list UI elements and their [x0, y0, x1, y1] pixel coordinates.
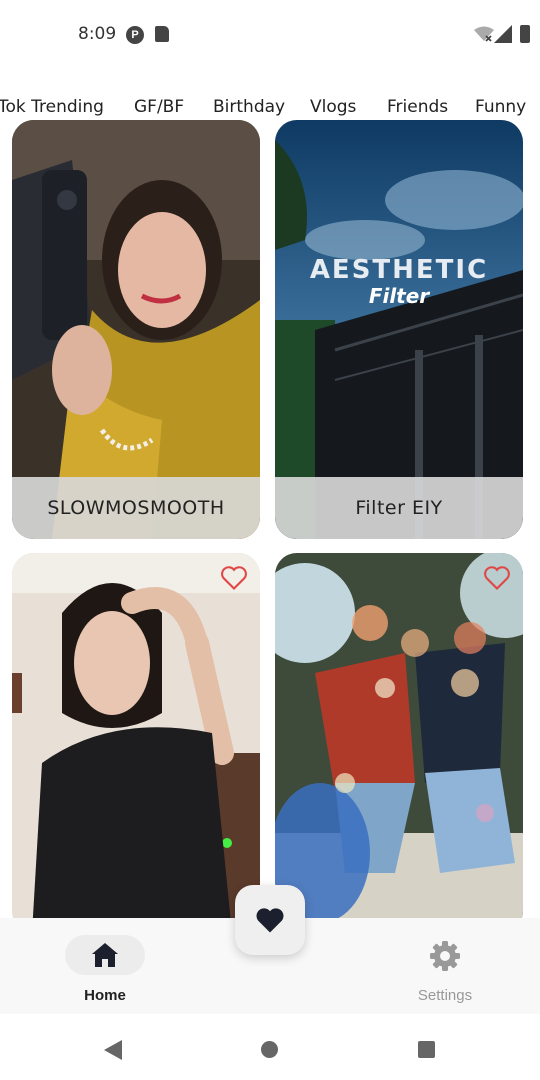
tab-gf-bf[interactable]: GF/BF [134, 97, 184, 117]
filter-card-dancing-people[interactable] [275, 553, 523, 933]
heart-icon [256, 908, 284, 933]
wifi-icon [474, 26, 494, 42]
home-icon [92, 943, 118, 967]
favorites-fab-button[interactable] [235, 885, 305, 955]
overlay-title: AESTHETIC [310, 255, 488, 285]
card-label: SLOWMOSMOOTH [12, 477, 260, 539]
heart-outline-icon[interactable] [220, 565, 248, 591]
back-icon[interactable] [104, 1040, 122, 1060]
overlay-subtitle: Filter [369, 284, 430, 308]
tab-birthday[interactable]: Birthday [213, 97, 285, 117]
tab-friends[interactable]: Friends [387, 97, 448, 117]
filter-card-eiy[interactable]: AESTHETIC Filter Filter EIY [275, 120, 523, 539]
woman-black-shirt-thumbnail [12, 553, 260, 933]
tab-tok-trending[interactable]: Tok Trending [0, 97, 104, 117]
dancing-people-thumbnail [275, 553, 523, 933]
tab-funny[interactable]: Funny [475, 97, 526, 117]
tab-vlogs[interactable]: Vlogs [310, 97, 356, 117]
gear-icon[interactable] [429, 940, 461, 972]
screen: 8:09 P Tok Trending GF/BF Birthday Vlogs… [0, 0, 540, 1080]
status-bar: 8:09 P [0, 0, 540, 68]
filter-card-woman-black-shirt[interactable] [12, 553, 260, 933]
recent-apps-icon[interactable] [418, 1041, 435, 1058]
p-app-icon: P [126, 26, 144, 44]
system-nav-bar [0, 1014, 540, 1080]
nav-home-label[interactable]: Home [65, 987, 145, 1004]
signal-icon [494, 25, 512, 43]
heart-outline-icon[interactable] [483, 565, 511, 591]
card-label: Filter EIY [275, 477, 523, 539]
sd-card-icon [155, 26, 169, 42]
nav-settings-label[interactable]: Settings [405, 987, 485, 1004]
filter-card-slowmosmooth[interactable]: SLOWMOSMOOTH [12, 120, 260, 539]
status-time: 8:09 [78, 24, 117, 44]
home-circle-icon[interactable] [261, 1041, 278, 1058]
battery-icon [520, 25, 530, 43]
